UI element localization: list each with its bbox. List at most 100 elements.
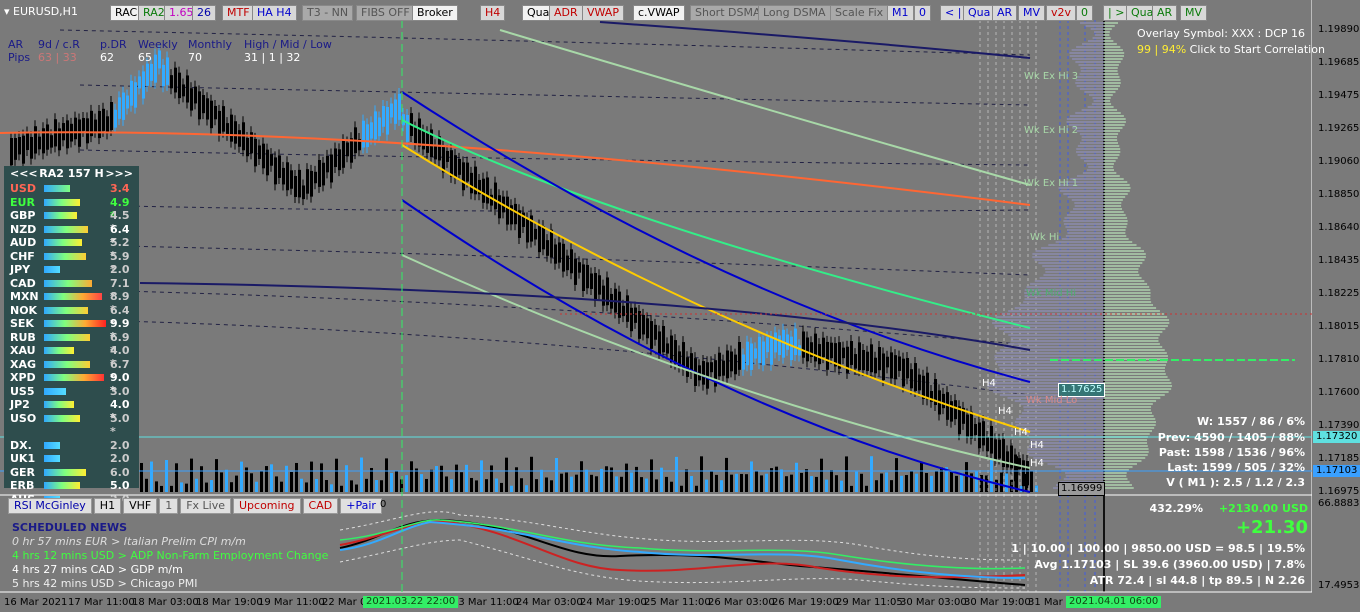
toolbar-button-long-dsma[interactable]: Long DSMA [758, 5, 831, 21]
strength-row[interactable]: JPY 2.0 [4, 263, 139, 277]
strength-row[interactable] [4, 425, 139, 439]
strength-row[interactable]: GER 6.0 [4, 466, 139, 480]
candle-body [438, 136, 441, 161]
strength-row[interactable]: XAU 4.0 * [4, 344, 139, 370]
volume-bar [330, 484, 333, 492]
pips-value: 63 | 33 [38, 51, 77, 64]
volume-bar [200, 466, 203, 492]
volume-bar [165, 460, 168, 492]
toolbar-button-0[interactable]: 0 [1076, 5, 1093, 21]
profile-bar [1104, 433, 1150, 435]
oscillator-button-upcoming[interactable]: Upcoming [233, 498, 301, 514]
pips-value-row: Pips 63 | 33 62 65 70 31 | 1 | 32 [8, 51, 332, 64]
news-item[interactable]: 0 hr 57 mins EUR > Italian Prelim CPI m/… [12, 535, 328, 549]
strength-row[interactable]: USO 5.0 * [4, 412, 139, 438]
toolbar-button-fibs-off[interactable]: FIBS OFF [356, 5, 415, 21]
strength-row[interactable]: EUR 4.9 * [4, 195, 139, 222]
candle-body [806, 337, 809, 362]
oscillator-button--pair[interactable]: +Pair [340, 498, 382, 514]
strength-row[interactable]: NOK 6.4 * [4, 304, 139, 330]
strength-currency: CHF [10, 249, 35, 263]
toolbar-button-mtf[interactable]: MTF [222, 5, 255, 21]
candle-body [378, 117, 381, 137]
candle-body [942, 393, 945, 409]
strength-prev-button[interactable]: <<< [10, 166, 38, 182]
profile-bar [1104, 346, 1163, 348]
toolbar-button-qua[interactable]: Qua [963, 5, 996, 21]
candle-body [874, 357, 877, 374]
volume-bar [880, 473, 883, 492]
toolbar-button-26[interactable]: 26 [192, 5, 216, 21]
candle-body [146, 63, 149, 86]
toolbar-button-0[interactable]: 0 [914, 5, 931, 21]
strength-row[interactable]: JP2 4.0 * [4, 398, 139, 424]
candle-body [730, 351, 733, 372]
time-marker: 2021.04.01 06:00 [1066, 596, 1162, 608]
volume-bar [285, 465, 288, 492]
profile-bar [1104, 40, 1114, 42]
candle-body [558, 242, 561, 263]
toolbar-button-v2v[interactable]: v2v [1046, 5, 1077, 21]
oscillator-button-h1[interactable]: H1 [93, 498, 122, 514]
profile-bar [1077, 154, 1104, 156]
toolbar-button-broker[interactable]: Broker [412, 5, 458, 21]
toolbar-button-ar[interactable]: AR [1152, 5, 1178, 21]
strength-row[interactable]: SEK 9.9 * [4, 317, 139, 343]
strength-row[interactable]: RUB 6.9 * [4, 331, 139, 357]
correlation-button[interactable]: 99 | 94% Click to Start Correlation [1137, 43, 1325, 56]
news-item[interactable]: 4 hrs 12 mins USD > ADP Non-Farm Employm… [12, 549, 328, 563]
strength-currency: EUR [10, 195, 35, 209]
oscillator-button-1[interactable]: 1 [159, 498, 179, 514]
profile-bar [1072, 58, 1104, 60]
strength-row[interactable]: CAD 7.1 * [4, 277, 139, 303]
volume-bar [265, 466, 268, 492]
strength-row[interactable]: DX. 2.0 [4, 439, 139, 453]
toolbar-button-mv[interactable]: MV [1018, 5, 1046, 21]
candle-body [74, 117, 77, 140]
strength-row[interactable]: AUD 5.2 * [4, 236, 139, 262]
strength-row[interactable]: CHF 5.9 * [4, 249, 139, 276]
candle-body [374, 111, 377, 140]
profile-bar [1104, 142, 1119, 144]
volume-bar [935, 471, 938, 492]
strength-row[interactable]: XPD 9.0 * [4, 371, 139, 397]
strength-currency: NZD [10, 222, 37, 236]
strength-row[interactable]: US5 3.0 [4, 385, 139, 399]
strength-row[interactable]: GBP 4.5 * [4, 209, 139, 235]
toolbar-button-short-dsma[interactable]: Short DSMA [690, 5, 766, 21]
toolbar-button-mv[interactable]: MV [1180, 5, 1208, 21]
strength-row[interactable]: UK1 2.0 [4, 452, 139, 466]
strength-next-button[interactable]: >>> [105, 166, 133, 182]
oscillator-button-cad[interactable]: CAD [302, 498, 339, 514]
toolbar-button-ar[interactable]: AR [992, 5, 1018, 21]
profile-bar [1104, 331, 1163, 333]
strength-row[interactable]: MXN 8.9 * [4, 290, 139, 316]
toolbar-button-m1[interactable]: M1 [887, 5, 914, 21]
oscillator-button-fx-live[interactable]: Fx Live [180, 498, 231, 514]
window-menu-icon[interactable]: ▾ [4, 5, 10, 18]
toolbar-button-c-vwap[interactable]: c.VWAP [633, 5, 685, 21]
oscillator-button-vhf[interactable]: VHF [123, 498, 158, 514]
toolbar-button-scale-fix[interactable]: Scale Fix [830, 5, 889, 21]
toolbar-button-vwap[interactable]: VWAP [582, 5, 624, 21]
strength-row[interactable]: USD 3.4 [4, 182, 139, 196]
volume-bar [930, 475, 933, 492]
volume-bar [840, 480, 843, 492]
toolbar-button-t3-nn[interactable]: T3 - NN [302, 5, 354, 21]
candle-body [194, 86, 197, 104]
toolbar-button-ha-h4[interactable]: HA H4 [252, 5, 297, 21]
strength-row[interactable]: NZD 6.4 * [4, 222, 139, 249]
oscillator-button-rsi-mcginley[interactable]: RSI McGinley [8, 498, 92, 514]
news-item[interactable]: 4 hrs 27 mins CAD > GDP m/m [12, 563, 328, 577]
profile-bar [1104, 466, 1133, 468]
strength-currency: DX. [10, 438, 32, 452]
volume-bar [680, 485, 683, 492]
toolbar-button-adr[interactable]: ADR [549, 5, 583, 21]
volume-bar [1000, 472, 1003, 492]
news-item[interactable]: 5 hrs 42 mins USD > Chicago PMI [12, 577, 328, 591]
strength-currency: GER [10, 465, 36, 479]
strength-row[interactable]: ERB 5.0 [4, 479, 139, 493]
weekly-level-label: Wk Ex Hi 3 [1024, 71, 1079, 82]
strength-row[interactable]: XAG 6.7 * [4, 358, 139, 384]
toolbar-button-h4[interactable]: H4 [480, 5, 506, 21]
